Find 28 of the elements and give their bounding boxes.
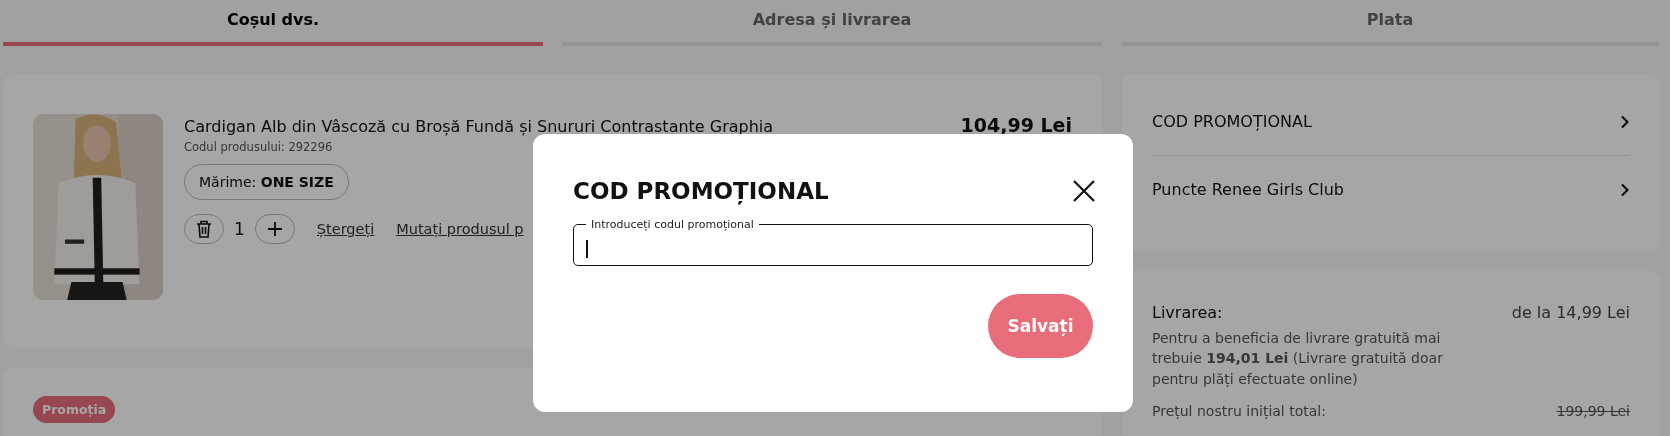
text-cursor-icon xyxy=(586,240,588,258)
product-title[interactable]: Cardigan Alb din Vâscoză cu Broșă Fundă și Snururi Contrastante Graphia xyxy=(184,117,774,136)
quantity-value: 1 xyxy=(234,219,245,239)
delete-link[interactable]: Ștergeți xyxy=(316,221,375,237)
checkout-step-tab[interactable]: Adresa și livrarea xyxy=(562,0,1102,46)
field-label: Introduceți codul promoțional xyxy=(590,218,755,231)
summary-link[interactable]: Puncte Renee Girls Club xyxy=(1152,156,1630,223)
checkout-step-tab[interactable]: Coșul dvs. xyxy=(3,0,543,46)
close-icon xyxy=(1073,180,1095,202)
original-total-label: Prețul nostru inițial total: xyxy=(1152,402,1326,419)
checkout-step-tab[interactable]: Plata xyxy=(1121,0,1659,46)
trash-icon xyxy=(196,220,212,238)
move-product-link[interactable]: Mutați produsul p xyxy=(396,221,524,237)
product-price: 104,99 Lei xyxy=(960,114,1072,136)
promotion-badge: Promoția xyxy=(33,396,116,423)
chevron-right-icon xyxy=(1620,182,1630,197)
delete-button[interactable] xyxy=(184,214,224,244)
original-total-value: 199,99 Lei xyxy=(1556,402,1630,419)
chevron-right-icon xyxy=(1620,114,1630,129)
promo-code-field[interactable]: Introduceți codul promoțional xyxy=(573,218,1093,266)
delivery-price: de la 14,99 Lei xyxy=(1511,303,1630,322)
increase-button[interactable] xyxy=(254,214,295,244)
free-delivery-note: Pentru a beneficia de livrare gratuită mai trebuie 194,01 Lei (Livrare gratuită doar pentru plăți efectuate online) xyxy=(1152,329,1444,389)
dialog-title: COD PROMOȚIONAL xyxy=(573,178,829,204)
plus-icon xyxy=(266,221,283,237)
summary-link[interactable]: COD PROMOȚIONAL xyxy=(1152,88,1630,155)
delivery-label: Livrarea: xyxy=(1152,303,1223,322)
product-code: Codul produsului: 292296 xyxy=(184,140,333,154)
